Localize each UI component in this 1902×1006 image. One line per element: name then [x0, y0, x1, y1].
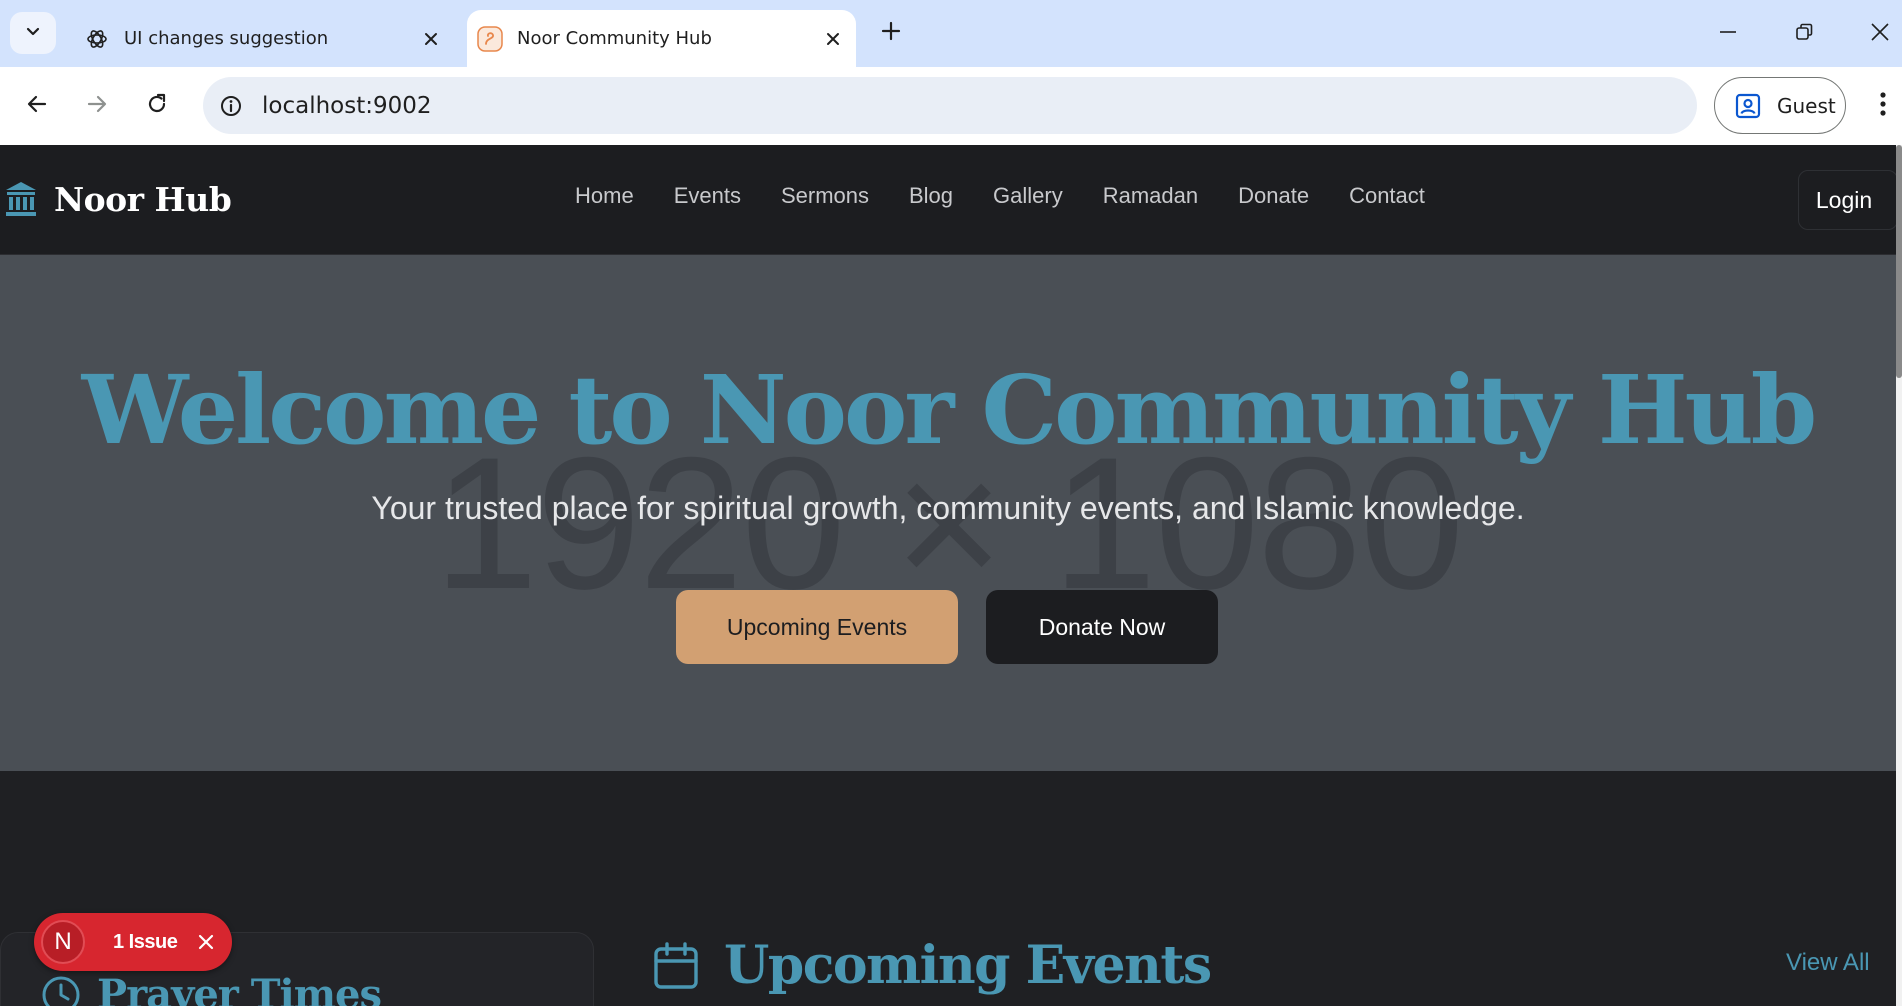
clock-icon	[41, 975, 81, 1006]
brand-name: Noor Hub	[54, 179, 232, 219]
minimize-icon	[1718, 22, 1738, 46]
main-navigation: Home Events Sermons Blog Gallery Ramadan…	[575, 183, 1465, 209]
donate-now-button[interactable]: Donate Now	[986, 590, 1218, 664]
profile-label: Guest	[1777, 93, 1836, 118]
nav-link-sermons[interactable]: Sermons	[781, 183, 869, 209]
upcoming-events-button[interactable]: Upcoming Events	[676, 590, 958, 664]
nav-link-gallery[interactable]: Gallery	[993, 183, 1063, 209]
hero-subtitle: Your trusted place for spiritual growth,…	[371, 490, 1525, 526]
close-window-button[interactable]	[1860, 14, 1900, 54]
site-header: Noor Hub Home Events Sermons Blog Galler…	[0, 145, 1896, 255]
calendar-icon	[652, 941, 700, 991]
tab-title: Noor Community Hub	[517, 28, 712, 49]
url-text: localhost:9002	[262, 92, 432, 119]
dev-tools-avatar[interactable]: N	[41, 920, 85, 964]
browser-toolbar: localhost:9002 Guest	[0, 67, 1902, 145]
nav-link-ramadan[interactable]: Ramadan	[1103, 183, 1198, 209]
person-icon	[1733, 91, 1763, 121]
arrow-right-icon	[85, 92, 109, 120]
site-favicon-icon	[477, 25, 503, 52]
tab-search-button[interactable]	[10, 12, 56, 54]
nav-link-contact[interactable]: Contact	[1349, 183, 1425, 209]
browser-tab-ui-changes[interactable]: UI changes suggestion	[74, 10, 454, 67]
mosque-building-icon	[4, 179, 38, 219]
nav-link-donate[interactable]: Donate	[1238, 183, 1309, 209]
profile-button[interactable]: Guest	[1714, 77, 1846, 134]
chevron-down-icon	[24, 22, 42, 44]
brand-link[interactable]: Noor Hub	[4, 179, 232, 219]
dev-issues-badge[interactable]: N 1 Issue	[34, 913, 232, 971]
more-vertical-icon	[1879, 91, 1887, 121]
issue-count-label[interactable]: 1 Issue	[113, 931, 178, 954]
reload-icon	[145, 92, 169, 120]
nav-link-events[interactable]: Events	[674, 183, 741, 209]
forward-button[interactable]	[77, 86, 117, 126]
close-icon[interactable]	[818, 24, 848, 54]
browser-tab-strip: UI changes suggestion Noor Community Hub	[0, 0, 1902, 67]
prayer-times-heading: Prayer Times	[41, 971, 382, 1006]
tab-title: UI changes suggestion	[124, 28, 329, 49]
upcoming-events-title: Upcoming Events	[724, 935, 1212, 996]
close-icon[interactable]	[195, 931, 217, 953]
prayer-times-title: Prayer Times	[97, 971, 382, 1006]
new-tab-button[interactable]	[874, 16, 908, 50]
openai-icon	[84, 26, 110, 52]
close-icon[interactable]	[416, 24, 446, 54]
login-button[interactable]: Login	[1798, 170, 1896, 230]
site-info-icon[interactable]	[216, 91, 246, 121]
back-button[interactable]	[17, 86, 57, 126]
nav-link-blog[interactable]: Blog	[909, 183, 953, 209]
browser-menu-button[interactable]	[1868, 86, 1898, 126]
nav-link-home[interactable]: Home	[575, 183, 634, 209]
reload-button[interactable]	[137, 86, 177, 126]
restore-icon	[1794, 22, 1814, 46]
address-bar[interactable]: localhost:9002	[203, 77, 1697, 134]
plus-icon	[880, 20, 902, 46]
close-icon	[1870, 22, 1890, 46]
page-scrollbar[interactable]	[1896, 145, 1902, 1006]
browser-tab-noor-hub[interactable]: Noor Community Hub	[467, 10, 856, 67]
minimize-button[interactable]	[1708, 14, 1748, 54]
scrollbar-thumb[interactable]	[1896, 145, 1902, 378]
upcoming-events-heading: Upcoming Events	[652, 935, 1212, 996]
web-page: Noor Hub Home Events Sermons Blog Galler…	[0, 145, 1896, 1006]
hero-section: 1920 × 1080 Welcome to Noor Community Hu…	[0, 255, 1896, 771]
restore-button[interactable]	[1784, 14, 1824, 54]
arrow-left-icon	[25, 92, 49, 120]
hero-title: Welcome to Noor Community Hub	[81, 355, 1817, 466]
view-all-events-link[interactable]: View All	[1786, 949, 1870, 977]
